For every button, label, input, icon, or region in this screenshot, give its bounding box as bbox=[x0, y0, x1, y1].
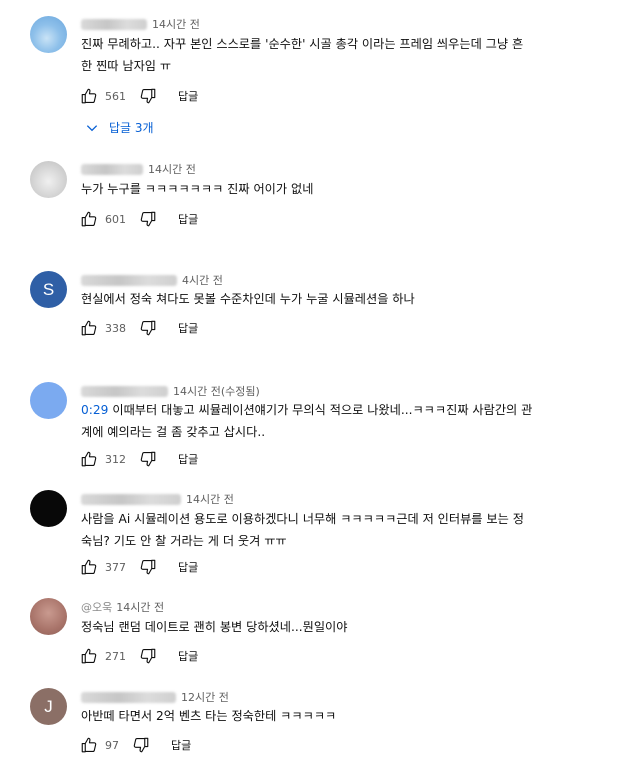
reply-button[interactable]: 답글 bbox=[178, 320, 198, 336]
reply-button[interactable]: 답글 bbox=[178, 559, 198, 575]
like-icon[interactable] bbox=[79, 557, 99, 577]
dislike-icon[interactable] bbox=[138, 646, 158, 666]
like-count: 271 bbox=[105, 649, 126, 663]
comment-time[interactable]: 14시간 전 bbox=[148, 161, 196, 177]
comment-time[interactable]: 14시간 전 bbox=[116, 599, 164, 615]
like-count: 312 bbox=[105, 452, 126, 466]
dislike-icon[interactable] bbox=[138, 209, 158, 229]
author-handle[interactable] bbox=[81, 163, 143, 175]
avatar[interactable] bbox=[30, 161, 67, 198]
like-icon[interactable] bbox=[79, 209, 99, 229]
comment-text: 현실에서 정숙 쳐다도 못볼 수준차인데 누가 누굴 시뮬레션을 하나 bbox=[81, 292, 415, 306]
author-handle[interactable]: @오욱 bbox=[81, 599, 112, 615]
reply-button[interactable]: 답글 bbox=[178, 88, 198, 104]
author-handle[interactable] bbox=[81, 691, 176, 703]
author-handle[interactable] bbox=[81, 18, 147, 30]
comment-text: 진짜 무례하고.. 자꾸 본인 스스로를 '순수한' 시골 총각 이라는 프레임… bbox=[81, 37, 524, 73]
dislike-icon[interactable] bbox=[131, 735, 151, 755]
like-count: 338 bbox=[105, 321, 126, 335]
comment-text: 아반떼 타면서 2억 벤츠 타는 정숙한테 ㅋㅋㅋㅋㅋ bbox=[81, 709, 337, 723]
comment-time[interactable]: 14시간 전 bbox=[186, 491, 234, 507]
like-icon[interactable] bbox=[79, 86, 99, 106]
dislike-icon[interactable] bbox=[138, 449, 158, 469]
like-count: 97 bbox=[105, 738, 119, 752]
like-icon[interactable] bbox=[79, 318, 99, 338]
video-timestamp-link[interactable]: 0:29 bbox=[81, 403, 108, 417]
dislike-icon[interactable] bbox=[138, 557, 158, 577]
reply-button[interactable]: 답글 bbox=[178, 211, 198, 227]
view-replies-button[interactable]: 답글 3개 bbox=[85, 119, 154, 136]
avatar-letter: J bbox=[44, 696, 53, 716]
avatar[interactable] bbox=[30, 16, 67, 53]
comment-text: 사람을 Ai 시뮬레이션 용도로 이용하겠다니 너무해 ㅋㅋㅋㅋㅋ근데 저 인터… bbox=[81, 512, 524, 548]
comment-text-content: 이때부터 대놓고 씨뮬레이션얘기가 무의식 적으로 나왔네...ㅋㅋㅋ진짜 사람… bbox=[81, 403, 533, 439]
avatar[interactable]: S bbox=[30, 271, 67, 308]
reply-button[interactable]: 답글 bbox=[171, 737, 191, 753]
comment-time[interactable]: 12시간 전 bbox=[181, 689, 229, 705]
avatar-letter: S bbox=[42, 279, 55, 299]
avatar[interactable]: J bbox=[30, 688, 67, 725]
reply-button[interactable]: 답글 bbox=[178, 451, 198, 467]
author-handle[interactable] bbox=[81, 493, 181, 505]
dislike-icon[interactable] bbox=[138, 318, 158, 338]
like-icon[interactable] bbox=[79, 735, 99, 755]
avatar[interactable] bbox=[30, 598, 67, 635]
dislike-icon[interactable] bbox=[138, 86, 158, 106]
author-handle[interactable] bbox=[81, 274, 177, 286]
avatar[interactable] bbox=[30, 382, 67, 419]
comment-text: 정숙님 랜덤 데이트로 괜히 봉변 당하셨네...뭔일이야 bbox=[81, 620, 348, 634]
comment-time[interactable]: 4시간 전 bbox=[182, 272, 223, 288]
author-handle[interactable] bbox=[81, 385, 168, 397]
chevron-down-icon bbox=[86, 124, 98, 131]
like-icon[interactable] bbox=[79, 646, 99, 666]
like-count: 601 bbox=[105, 212, 126, 226]
like-count: 561 bbox=[105, 89, 126, 103]
comment-text: 0:29 이때부터 대놓고 씨뮬레이션얘기가 무의식 적으로 나왔네...ㅋㅋㅋ진… bbox=[81, 399, 611, 443]
reply-button[interactable]: 답글 bbox=[178, 648, 198, 664]
replies-count: 답글 3개 bbox=[109, 121, 154, 135]
comment-text: 누가 누구를 ㅋㅋㅋㅋㅋㅋㅋ 진짜 어이가 없네 bbox=[81, 182, 314, 196]
comment-time[interactable]: 14시간 전(수정됨) bbox=[173, 383, 260, 399]
like-icon[interactable] bbox=[79, 449, 99, 469]
comment-time[interactable]: 14시간 전 bbox=[152, 16, 200, 32]
avatar[interactable] bbox=[30, 490, 67, 527]
like-count: 377 bbox=[105, 560, 126, 574]
